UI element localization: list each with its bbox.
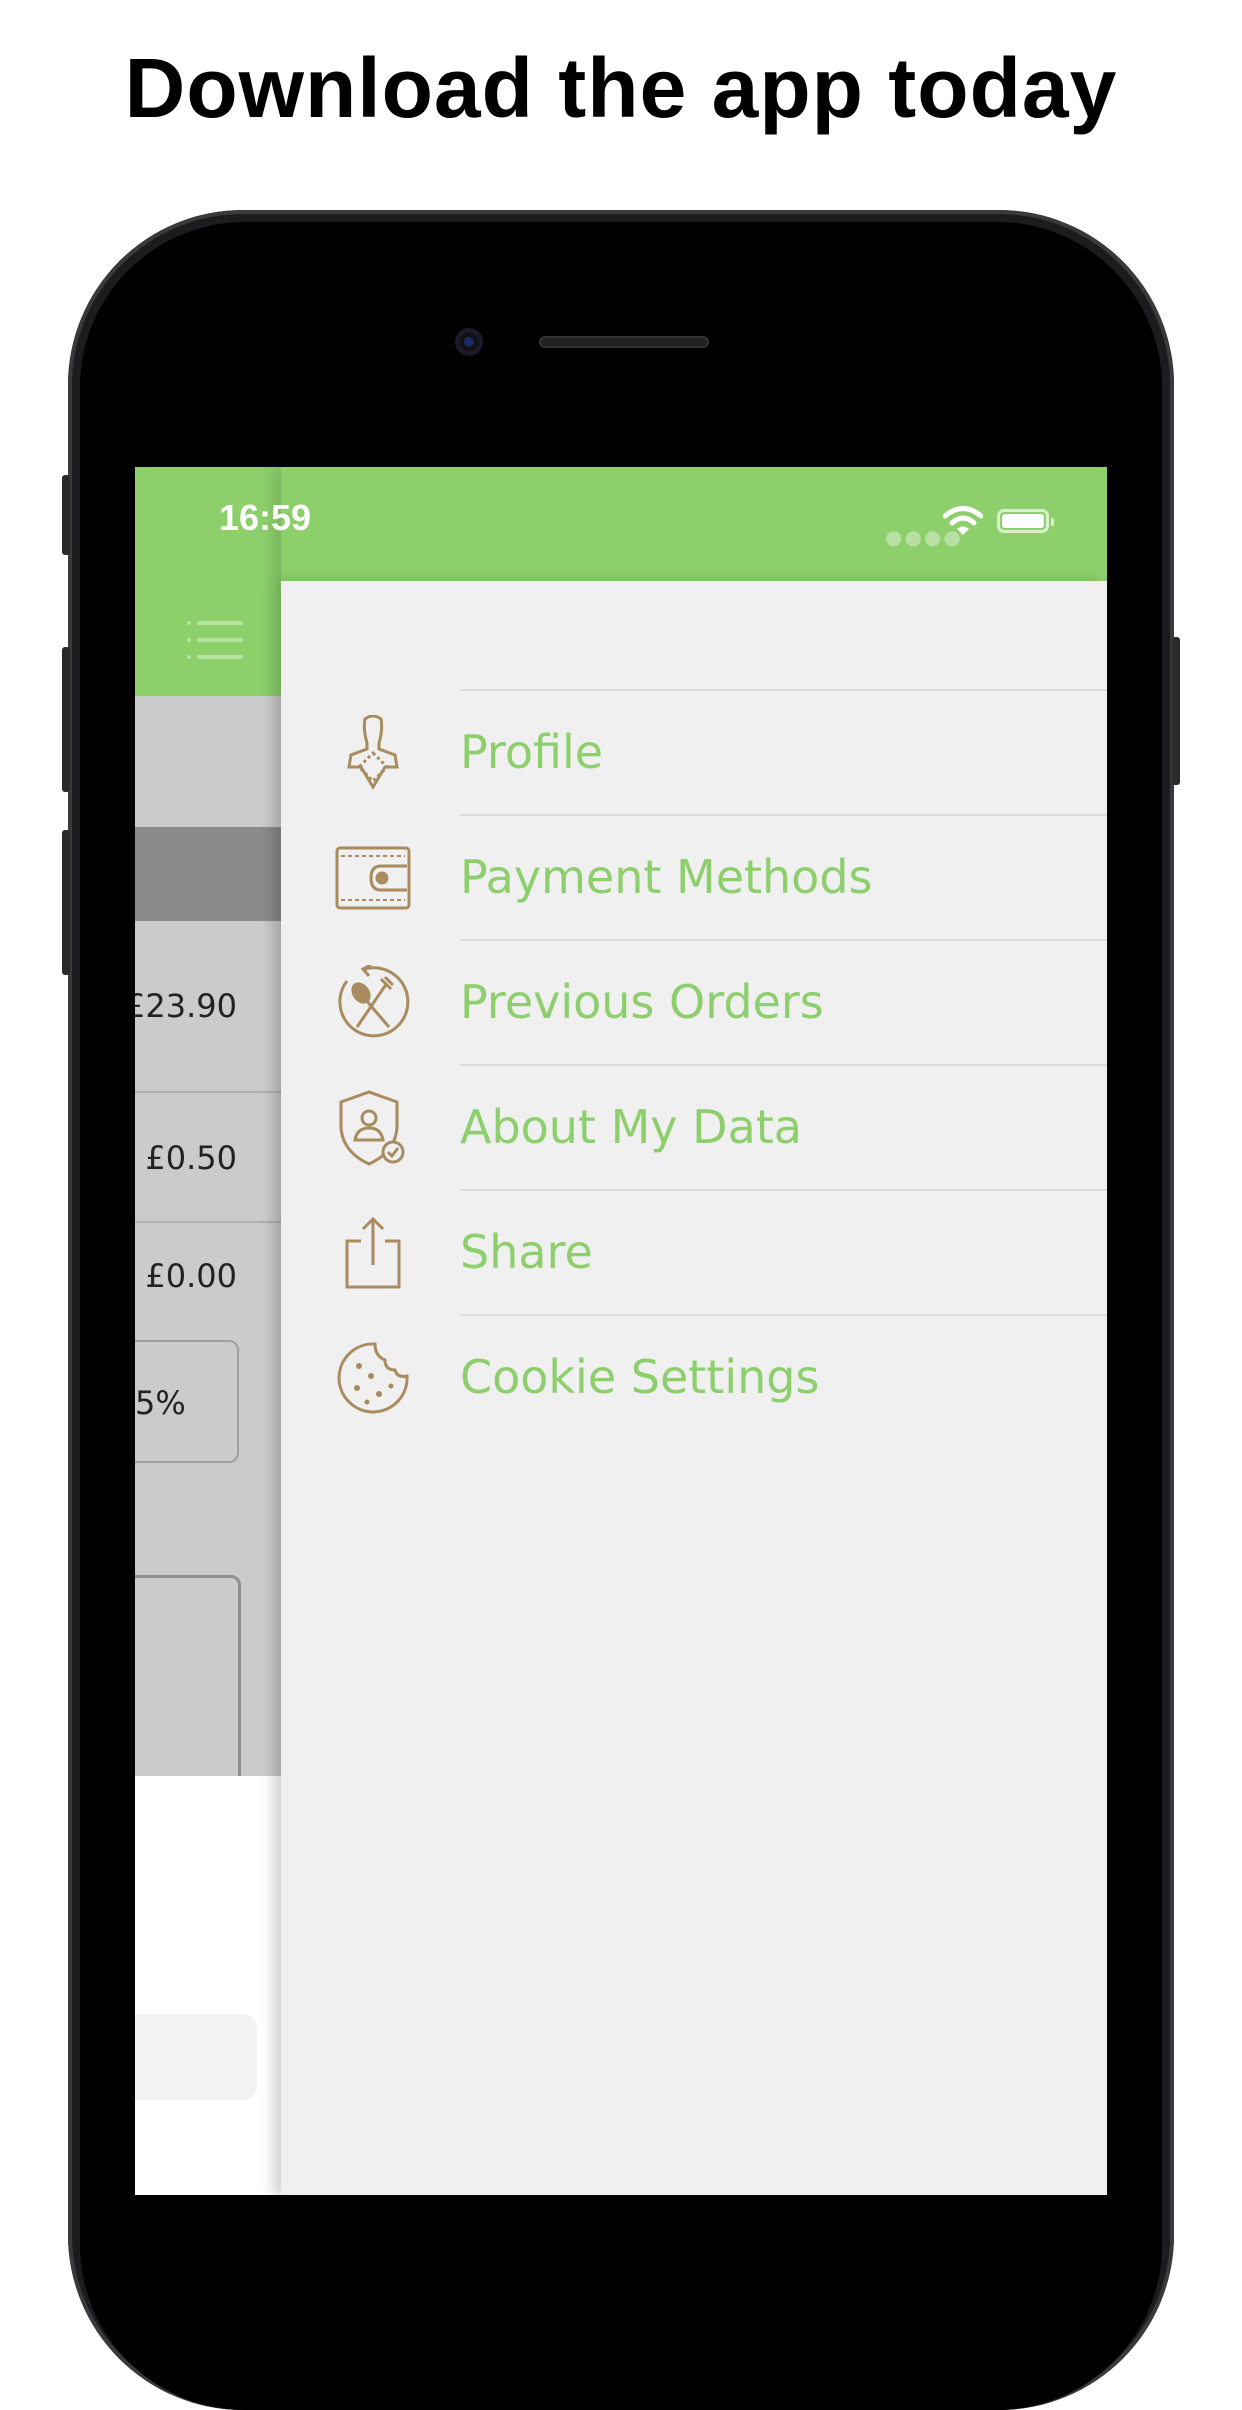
fee-price: £0.50 (145, 1139, 237, 1177)
menu-item-cookie-settings[interactable]: Cookie Settings (281, 1316, 1107, 1440)
menu-label: Previous Orders (460, 975, 824, 1029)
background-cart-screen: £23.90 £0.50 £0.00 5% (135, 467, 281, 2195)
menu-label: About My Data (460, 1100, 802, 1154)
background-section-header (135, 827, 281, 921)
subtotal-price: £23.90 (135, 987, 237, 1025)
menu-item-previous-orders[interactable]: Previous Orders (281, 941, 1107, 1065)
volume-down-button (62, 830, 70, 975)
status-time: 16:59 (219, 497, 312, 538)
mute-switch (62, 475, 70, 555)
menu-label: Profile (460, 725, 604, 779)
tip-option-button[interactable]: 5% (135, 1340, 239, 1463)
side-drawer-menu: Profile Payment Methods Previous Orders (281, 581, 1107, 2195)
volume-up-button (62, 647, 70, 792)
headline: Download the app today (124, 41, 1118, 135)
menu-item-profile[interactable]: Profile (281, 691, 1107, 815)
wallet-icon (335, 846, 411, 910)
divider (135, 1221, 281, 1223)
app-screen: £23.90 £0.50 £0.00 5% 16:59 ●●●● Profile (135, 467, 1107, 2195)
wifi-icon (943, 506, 983, 535)
menu-label: Cookie Settings (460, 1350, 820, 1404)
earpiece-speaker (539, 336, 709, 348)
orders-icon (338, 965, 410, 1038)
drawer-status-area: 16:59 ●●●● (219, 467, 1107, 581)
divider (135, 1091, 281, 1093)
hamburger-menu-icon[interactable] (185, 619, 245, 663)
cookie-icon (337, 1342, 409, 1414)
menu-label: Payment Methods (460, 850, 873, 904)
background-input[interactable] (135, 2014, 257, 2100)
menu-item-share[interactable]: Share (281, 1191, 1107, 1315)
menu-label: Share (460, 1225, 593, 1279)
data-shield-icon (339, 1090, 405, 1166)
menu-item-about-my-data[interactable]: About My Data (281, 1066, 1107, 1190)
tip-percentage: 5% (135, 1384, 186, 1422)
menu-item-payment-methods[interactable]: Payment Methods (281, 816, 1107, 940)
profile-icon (347, 715, 399, 790)
battery-icon (997, 509, 1054, 533)
background-footer (135, 1776, 281, 2195)
discount-price: £0.00 (145, 1257, 237, 1295)
power-button (1172, 637, 1180, 785)
share-icon (345, 1216, 401, 1289)
front-camera (455, 328, 483, 356)
notes-field[interactable] (135, 1575, 241, 1795)
